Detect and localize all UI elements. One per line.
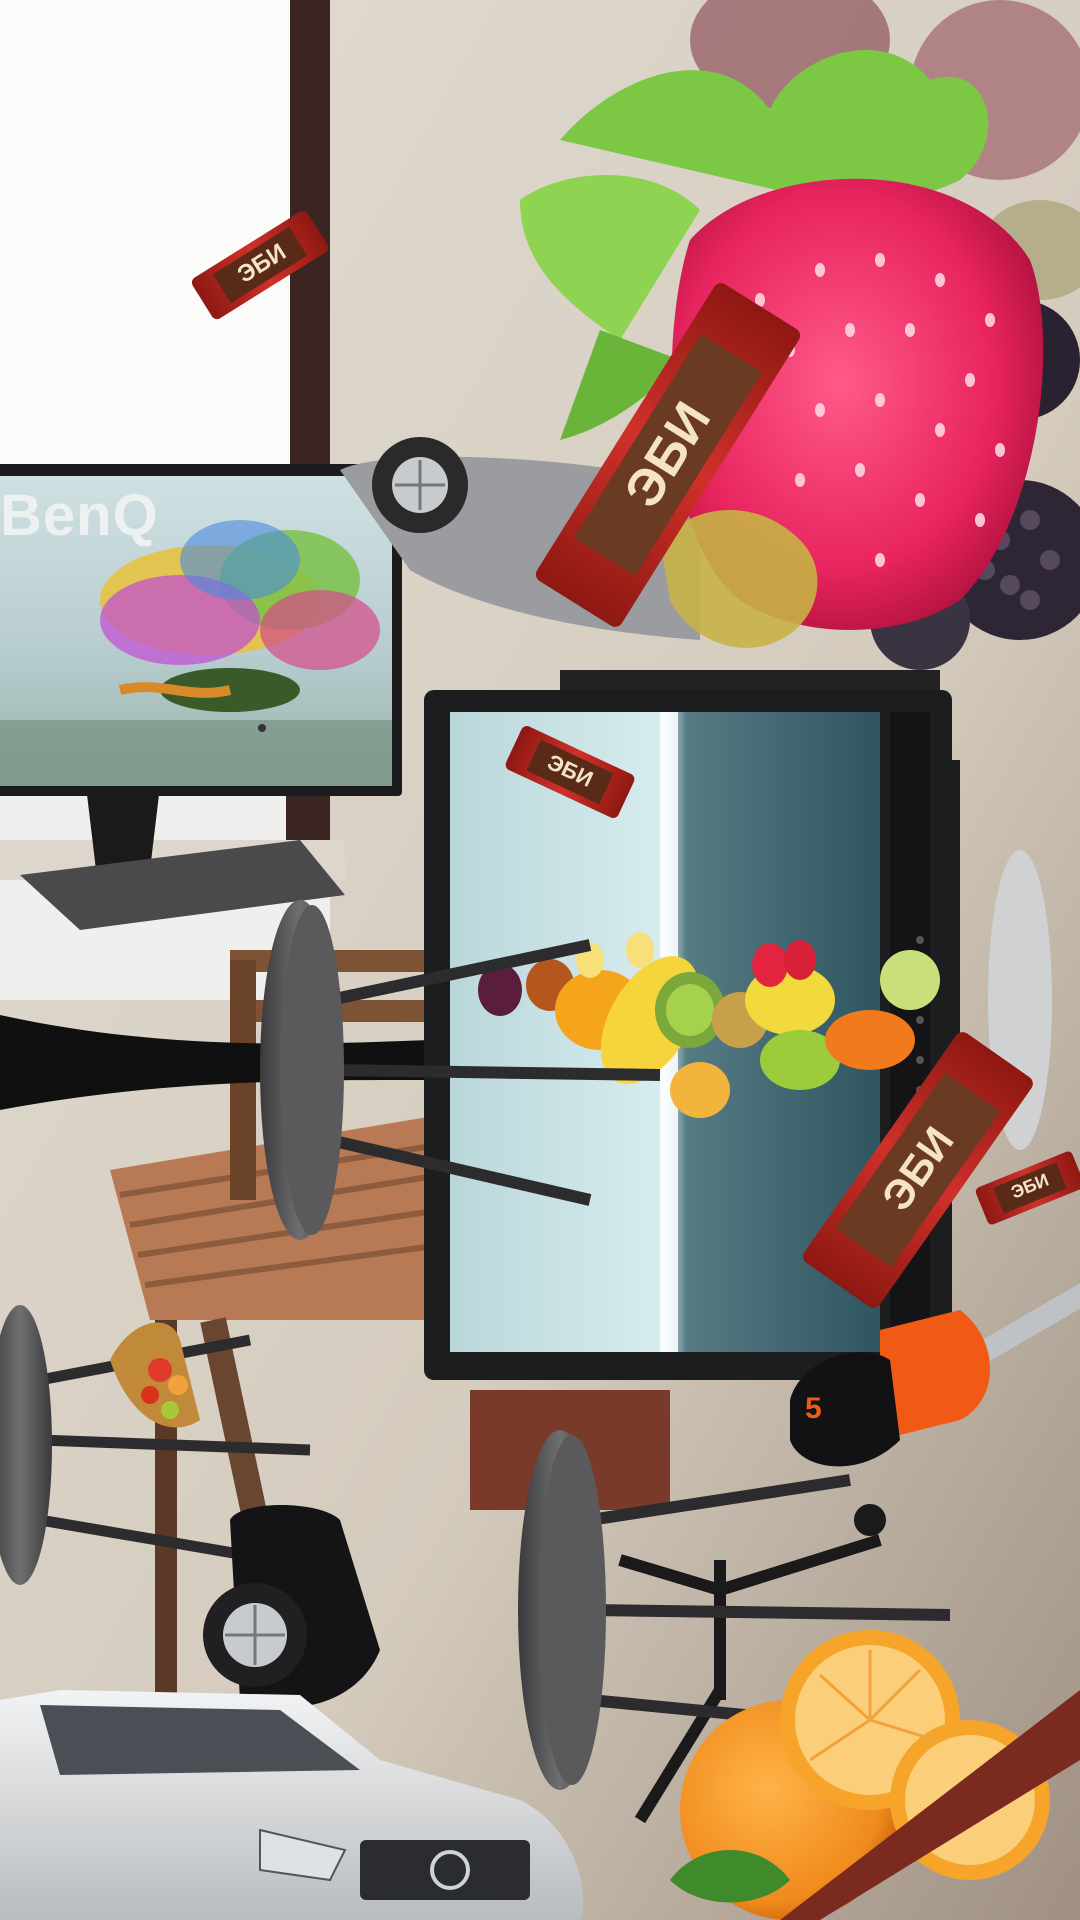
monitor-left-brand-label: BenQ (0, 483, 159, 548)
screwdriver-label: 5 (805, 1392, 822, 1425)
collage-scene: BenQ ЭБИ ЭБИ ЭБИ ЭБИ ЭБИ 5 (0, 0, 1080, 1920)
collage-canvas (0, 0, 1080, 1920)
